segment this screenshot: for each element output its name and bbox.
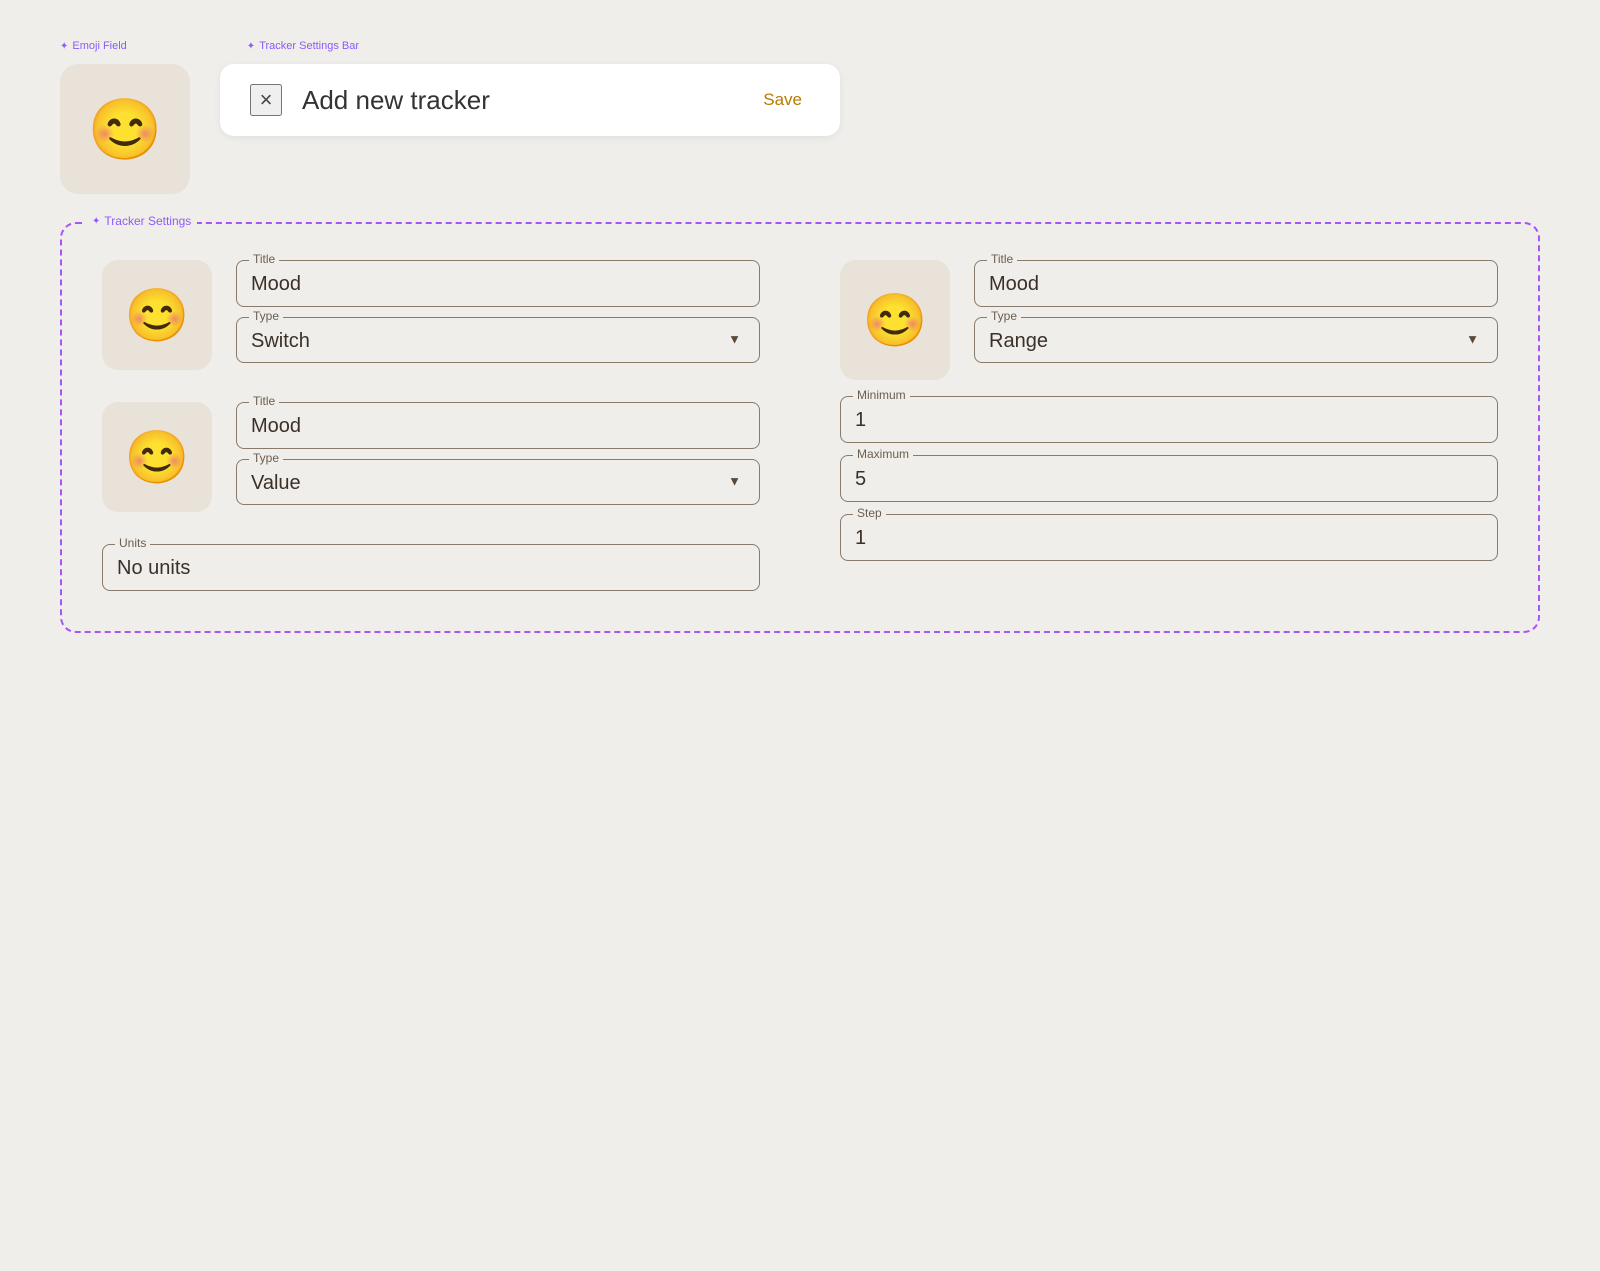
form-card-value: 😊 Title Type Switch Range [102, 402, 760, 512]
form-card-switch: 😊 Title Type Switch Range [102, 260, 760, 370]
type-select-value[interactable]: Switch Range Value [251, 468, 745, 494]
type-field-value: Type Switch Range Value [236, 459, 760, 505]
close-button[interactable]: × [250, 84, 282, 116]
page-container: Emoji Field Tracker Settings Bar 😊 × Add… [0, 0, 1600, 1271]
type-field-range: Type Switch Range Value [974, 317, 1498, 363]
top-row: 😊 × Add new tracker Save [60, 64, 1540, 194]
type-label-switch: Type [249, 309, 283, 323]
title-label-switch: Title [249, 252, 279, 266]
bar-section: × Add new tracker Save [220, 64, 1540, 136]
right-fields: Title Type Switch Range Value [974, 260, 1498, 380]
type-select-wrapper-value: Switch Range Value [251, 468, 745, 494]
type-select-wrapper-range: Switch Range Value [989, 326, 1483, 352]
title-field-switch: Title [236, 260, 760, 307]
right-top: 😊 Title Type Switch Range [840, 260, 1498, 380]
minimum-input[interactable] [855, 405, 1483, 432]
tracker-settings-area: Tracker Settings 😊 Title Type [60, 222, 1540, 633]
type-select-switch[interactable]: Switch Range Value [251, 326, 745, 352]
bar-title: Add new tracker [302, 85, 735, 116]
right-column: 😊 Title Type Switch Range [840, 260, 1498, 591]
emoji-field-top-section: 😊 [60, 64, 190, 194]
minimum-field: Minimum [840, 396, 1498, 443]
title-input-value[interactable] [251, 411, 745, 438]
title-field-range: Title [974, 260, 1498, 307]
emoji-avatar-range[interactable]: 😊 [840, 260, 950, 380]
step-label: Step [853, 506, 886, 520]
title-input-switch[interactable] [251, 269, 745, 296]
maximum-field: Maximum [840, 455, 1498, 502]
units-section: Units [102, 544, 760, 591]
units-field: Units [102, 544, 760, 591]
tracker-settings-bar: × Add new tracker Save [220, 64, 840, 136]
units-label: Units [115, 536, 150, 550]
top-emoji-display: 😊 [88, 94, 163, 165]
type-label-range: Type [987, 309, 1021, 323]
emoji-field-top[interactable]: 😊 [60, 64, 190, 194]
title-label-range: Title [987, 252, 1017, 266]
range-fields: Minimum Maximum Step [840, 396, 1498, 561]
tracker-settings-bar-annotation: Tracker Settings Bar [247, 40, 359, 52]
units-input[interactable] [117, 553, 745, 580]
save-button[interactable]: Save [755, 86, 810, 114]
form-fields-switch: Title Type Switch Range Value [236, 260, 760, 363]
step-field: Step [840, 514, 1498, 561]
type-select-range[interactable]: Switch Range Value [989, 326, 1483, 352]
title-input-range[interactable] [989, 269, 1483, 296]
type-select-wrapper-switch: Switch Range Value [251, 326, 745, 352]
type-field-switch: Type Switch Range Value [236, 317, 760, 363]
left-column: 😊 Title Type Switch Range [102, 260, 760, 591]
emoji-switch: 😊 [125, 285, 190, 346]
emoji-avatar-value[interactable]: 😊 [102, 402, 212, 512]
title-field-value: Title [236, 402, 760, 449]
form-fields-value: Title Type Switch Range Value [236, 402, 760, 505]
emoji-avatar-switch[interactable]: 😊 [102, 260, 212, 370]
minimum-label: Minimum [853, 388, 910, 402]
top-annotations: Emoji Field Tracker Settings Bar [60, 40, 1540, 58]
emoji-field-annotation: Emoji Field [60, 40, 127, 52]
settings-columns: 😊 Title Type Switch Range [102, 260, 1498, 591]
title-label-value: Title [249, 394, 279, 408]
emoji-value: 😊 [125, 427, 190, 488]
type-label-value: Type [249, 451, 283, 465]
tracker-settings-annotation: Tracker Settings [86, 214, 197, 228]
step-input[interactable] [855, 523, 1483, 550]
emoji-range: 😊 [863, 290, 928, 351]
maximum-label: Maximum [853, 447, 913, 461]
maximum-input[interactable] [855, 464, 1483, 491]
